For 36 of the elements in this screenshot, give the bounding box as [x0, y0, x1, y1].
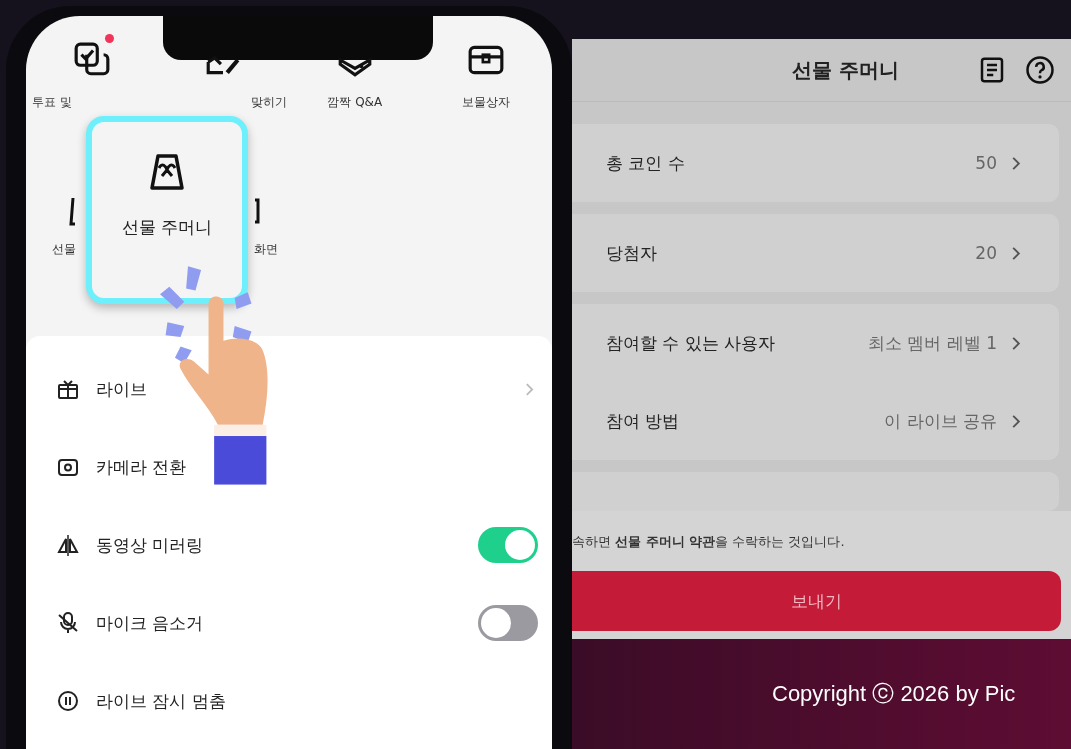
highlight-card[interactable]: 선물 주머니 [86, 116, 248, 304]
chevron-right-icon[interactable] [1011, 155, 1021, 171]
setting-label: 총 코인 수 [606, 151, 686, 175]
menu-label[interactable]: 카메라 전환 [96, 455, 538, 479]
chevron-right-icon[interactable] [1011, 335, 1021, 351]
popup-label: 선물 주머니 [121, 216, 213, 239]
gift-icon [56, 377, 80, 401]
chevron-right-icon[interactable] [1011, 245, 1021, 261]
feature-label[interactable]: 투표 및 [26, 94, 72, 111]
toggle-switch[interactable] [478, 605, 538, 641]
menu-label[interactable]: 라이브 [96, 377, 509, 401]
menu-label[interactable]: 동영상 미러링 [96, 533, 462, 557]
copyright-text: Copyright ⓒ 2026 by Pic [772, 680, 1016, 708]
pause-icon [56, 689, 80, 713]
setting-label: 당첨자 [606, 241, 658, 265]
setting-value[interactable]: 50 [975, 153, 997, 173]
feature-label[interactable]: 깜짝 Q&A [327, 94, 383, 111]
chevron-right-icon[interactable] [1011, 413, 1021, 429]
mirror-icon [56, 533, 80, 557]
feature-label[interactable]: 선물 [51, 241, 76, 258]
microphone-off-icon [56, 611, 80, 635]
setting-label: 참여 방법 [606, 409, 681, 433]
feature-label[interactable]: 맞히기 [251, 94, 289, 111]
feature-label[interactable]: 보물상자 [462, 94, 511, 111]
setting-value[interactable]: 20 [975, 243, 997, 263]
setting-value[interactable]: 이 라이브 공유 [884, 409, 997, 433]
help-icon[interactable] [1025, 55, 1055, 85]
send-button[interactable]: 보내기 [572, 571, 1061, 631]
feature-label[interactable]: 화면 [253, 241, 278, 258]
setting-label: 참여할 수 있는 사용자 [606, 331, 777, 355]
toggle-switch[interactable] [478, 527, 538, 563]
menu-label[interactable]: 마이크 음소거 [96, 611, 462, 635]
terms-text: 속하면 선물 주머니 약관을 수락하는 것입니다. [572, 533, 846, 551]
menu-label[interactable]: 라이브 잠시 멈춤 [96, 689, 538, 713]
screen-title: 선물 주머니 [791, 56, 900, 84]
setting-value[interactable]: 최소 멤버 레벨 1 [867, 331, 997, 355]
